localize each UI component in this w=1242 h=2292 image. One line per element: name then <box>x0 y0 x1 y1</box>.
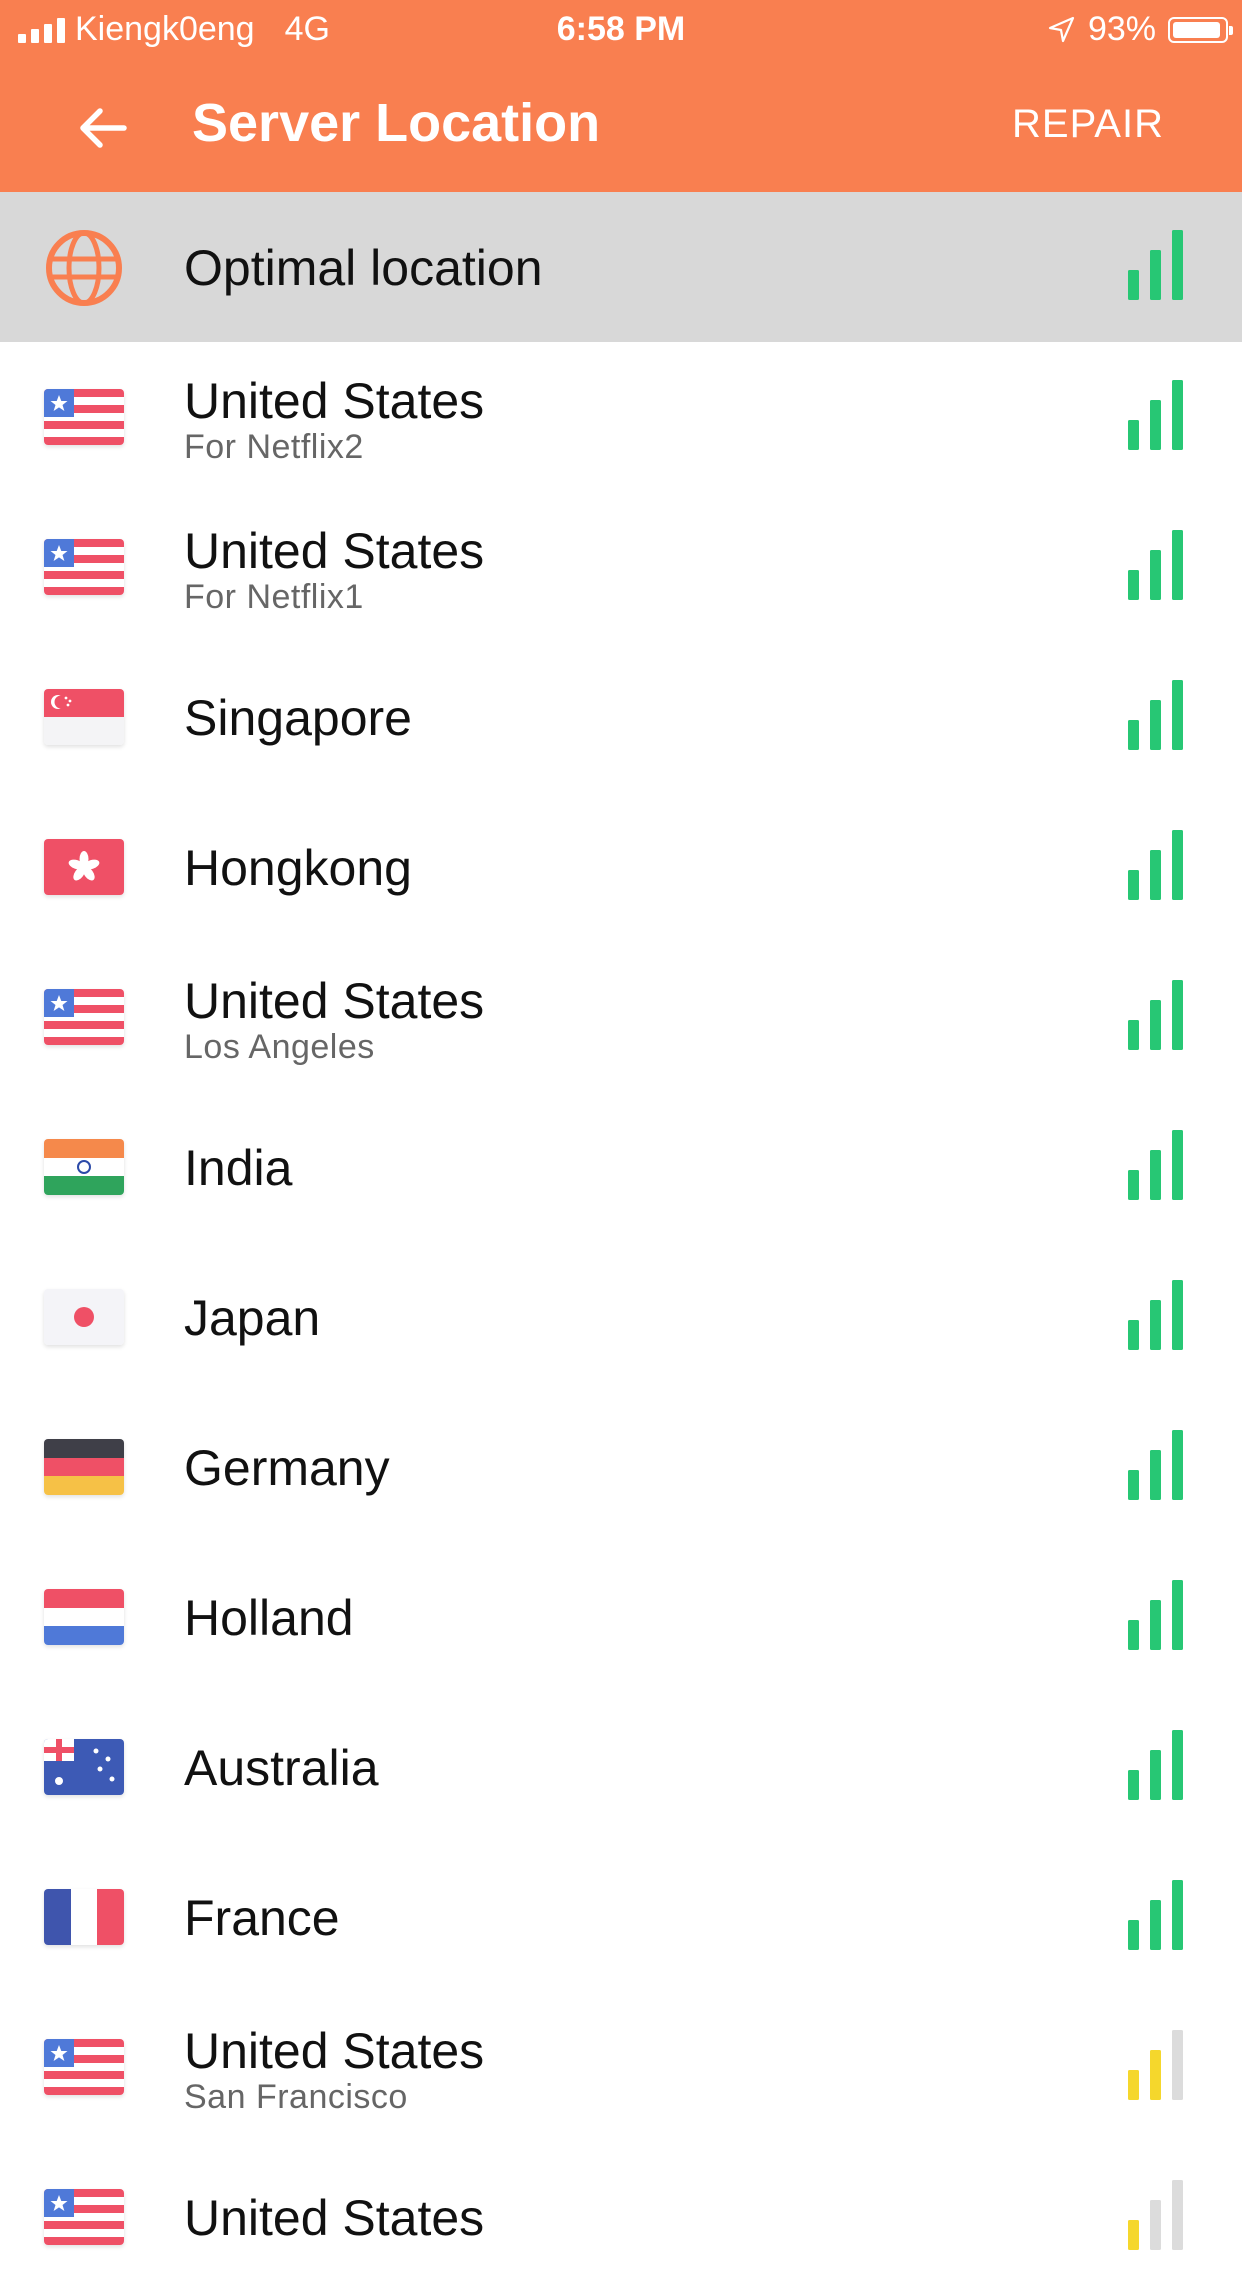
location-row[interactable]: United States San Francisco <box>0 1992 1242 2142</box>
back-arrow-icon <box>80 108 127 148</box>
location-subtitle: For Netflix2 <box>184 428 364 466</box>
location-row[interactable]: France <box>0 1842 1242 1992</box>
us-flag-icon <box>44 989 124 1045</box>
signal-strength-icon <box>1128 1880 1188 1950</box>
location-row[interactable]: United States For Netflix1 <box>0 492 1242 642</box>
status-bar: Kiengk0eng 4G 6:58 PM 93% <box>0 0 1242 62</box>
back-button[interactable] <box>72 96 136 160</box>
location-subtitle: For Netflix1 <box>184 578 364 616</box>
hongkong-flag-icon <box>44 839 124 895</box>
location-name: Hongkong <box>184 840 412 896</box>
top-bar: Kiengk0eng 4G 6:58 PM 93% Server Locatio… <box>0 0 1242 192</box>
location-row[interactable]: Germany <box>0 1392 1242 1542</box>
signal-strength-icon <box>1128 1730 1188 1800</box>
location-row[interactable]: Holland <box>0 1542 1242 1692</box>
location-name: Optimal location <box>184 240 543 296</box>
us-flag-icon <box>44 539 124 595</box>
location-row[interactable]: United States <box>0 2142 1242 2292</box>
location-name: United States <box>184 973 485 1029</box>
signal-strength-icon <box>1128 2180 1188 2250</box>
signal-strength-icon <box>1128 680 1188 750</box>
location-name: Japan <box>184 1290 321 1346</box>
battery-icon <box>1168 16 1233 43</box>
location-name: United States <box>184 2190 485 2246</box>
location-name: Germany <box>184 1440 390 1496</box>
location-name: United States <box>184 2023 485 2079</box>
server-location-list: Optimal location United States For Netfli… <box>0 192 1242 2292</box>
us-flag-icon <box>44 2039 124 2095</box>
france-flag-icon <box>44 1889 124 1945</box>
signal-strength-icon <box>1128 1130 1188 1200</box>
location-name: United States <box>184 523 485 579</box>
location-row[interactable]: Japan <box>0 1242 1242 1392</box>
signal-strength-icon <box>1128 1280 1188 1350</box>
australia-flag-icon <box>44 1739 124 1795</box>
location-row[interactable]: Optimal location <box>0 192 1242 342</box>
location-row[interactable]: Australia <box>0 1692 1242 1842</box>
location-name: Holland <box>184 1590 354 1646</box>
battery-percent: 93% <box>1087 10 1156 48</box>
holland-flag-icon <box>44 1589 124 1645</box>
location-subtitle: Los Angeles <box>184 1028 375 1066</box>
signal-strength-icon <box>1128 380 1188 450</box>
location-name: France <box>184 1890 340 1946</box>
location-arrow-icon <box>1048 16 1075 42</box>
us-flag-icon <box>44 389 124 445</box>
location-row[interactable]: Hongkong <box>0 792 1242 942</box>
globe-icon <box>44 228 124 308</box>
signal-strength-icon <box>1128 830 1188 900</box>
signal-strength-icon <box>1128 530 1188 600</box>
location-name: United States <box>184 373 485 429</box>
location-row[interactable]: Singapore <box>0 642 1242 792</box>
location-row[interactable]: India <box>0 1092 1242 1242</box>
repair-button[interactable]: REPAIR <box>1012 102 1164 147</box>
germany-flag-icon <box>44 1439 124 1495</box>
signal-strength-icon <box>1128 230 1188 300</box>
location-name: Singapore <box>184 690 412 746</box>
location-row[interactable]: United States Los Angeles <box>0 942 1242 1092</box>
signal-strength-icon <box>1128 1430 1188 1500</box>
location-name: India <box>184 1140 293 1196</box>
us-flag-icon <box>44 2189 124 2245</box>
signal-strength-icon <box>1128 1580 1188 1650</box>
location-subtitle: San Francisco <box>184 2078 408 2116</box>
japan-flag-icon <box>44 1289 124 1345</box>
india-flag-icon <box>44 1139 124 1195</box>
page-title: Server Location <box>192 93 601 153</box>
location-row[interactable]: United States For Netflix2 <box>0 342 1242 492</box>
singapore-flag-icon <box>44 689 124 745</box>
signal-strength-icon <box>1128 980 1188 1050</box>
signal-strength-icon <box>1128 2030 1188 2100</box>
location-name: Australia <box>184 1740 379 1796</box>
